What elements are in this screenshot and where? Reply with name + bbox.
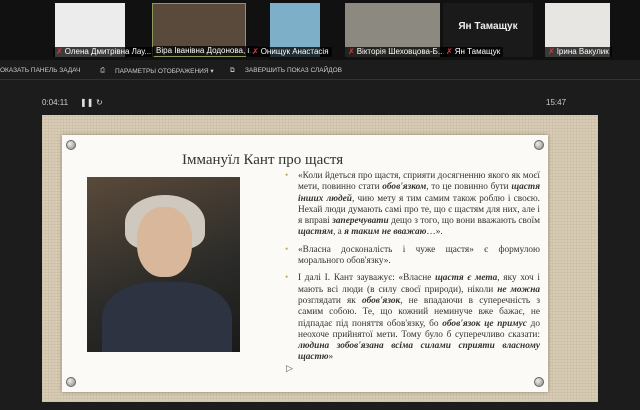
participant-tile[interactable]: ✗ Олена Дмитрівна Лау...: [53, 3, 155, 57]
bullet-paragraph: І далі І. Кант зауважує: «Власне щастя є…: [282, 273, 540, 363]
display-settings-icon: ⎙: [100, 67, 106, 74]
text-segment: , то це повинно бути: [426, 182, 512, 193]
emphasis-text: не можна: [497, 284, 541, 295]
text-segment: »: [328, 352, 334, 363]
participant-tile[interactable]: ✗ Онищук Анастасія: [249, 3, 332, 57]
bullet-paragraph: «Власна досконалість і чуже щастя» є фор…: [282, 245, 540, 268]
emphasis-text: обов'язок це примус: [442, 318, 527, 329]
show-taskbar-button[interactable]: ОКАЗАТЬ ПАНЕЛЬ ЗАДАЧ: [0, 67, 80, 74]
participant-name: ✗ Онищук Анастасія: [249, 47, 332, 57]
end-show-icon: ⧉: [230, 67, 235, 74]
presenter-toolbar: ОКАЗАТЬ ПАНЕЛЬ ЗАДАЧ ⎙ ПАРАМЕТРЫ ОТОБРАЖ…: [0, 62, 640, 80]
participant-name: ✗ Вікторія Шеховцова-Б...: [345, 47, 448, 57]
emphasis-text: щастям: [298, 227, 334, 238]
text-segment: …».: [426, 227, 443, 238]
participant-name: ✗ Ян Тамащук: [443, 47, 504, 57]
text-segment: , а: [333, 227, 345, 238]
participant-name: ✗ Ірина Вакулик: [545, 47, 612, 57]
mouse-cursor-icon: ▷: [286, 363, 293, 373]
pin-icon: [66, 140, 76, 150]
mic-muted-icon: ✗: [252, 47, 259, 56]
mic-muted-icon: ✗: [56, 47, 63, 56]
clock: 15:47: [546, 98, 567, 107]
pin-icon: [534, 140, 544, 150]
participant-tile[interactable]: ✗ Вікторія Шеховцова-Б...: [345, 3, 448, 57]
participant-name: ✗ Олена Дмитрівна Лау...: [53, 47, 155, 57]
emphasis-text: обов'язок: [361, 295, 401, 306]
slide-text: «Коли йдеться про щастя, сприяти досягне…: [282, 171, 540, 370]
display-settings-button[interactable]: ПАРАМЕТРЫ ОТОБРАЖЕНИЯ ▾: [115, 67, 214, 75]
pause-button[interactable]: ❚❚: [80, 98, 93, 107]
slide-title: Іммануїл Кант про щастя: [182, 152, 344, 168]
participant-name: Віра Іванівна Додонова, г...: [153, 46, 260, 56]
mic-muted-icon: ✗: [446, 47, 453, 56]
pin-icon: [66, 377, 76, 387]
text-segment: І далі І. Кант зауважує: «Власне: [298, 273, 436, 284]
participant-tile[interactable]: Ян Тамащук ✗ Ян Тамащук: [443, 3, 533, 57]
slide-stage: Іммануїл Кант про щастя «Коли йдеться пр…: [42, 115, 598, 402]
slide[interactable]: Іммануїл Кант про щастя «Коли йдеться пр…: [62, 135, 548, 392]
mic-muted-icon: ✗: [348, 47, 355, 56]
emphasis-text: обов'язком: [382, 182, 427, 193]
emphasis-text: заперечувати: [332, 216, 389, 227]
emphasis-text: я таким не вважаю: [344, 227, 427, 238]
participant-tile-active[interactable]: Віра Іванівна Додонова, г...: [152, 3, 260, 57]
elapsed-timer: 0:04:11: [42, 98, 69, 107]
end-slideshow-button[interactable]: ЗАВЕРШИТЬ ПОКАЗ СЛАЙДОВ: [245, 67, 342, 74]
text-segment: дещо з того, що вони вважають своїм: [388, 216, 540, 227]
emphasis-text: людина зобов'язана всіма силами сприяти …: [298, 341, 540, 363]
emphasis-text: щастя є мета: [435, 273, 498, 284]
participant-strip: ✗ Олена Дмитрівна Лау... Віра Іванівна До…: [0, 0, 640, 60]
mic-muted-icon: ✗: [548, 47, 555, 56]
text-segment: «Власна досконалість і чуже щастя» є фор…: [298, 244, 540, 267]
restart-timer-button[interactable]: ↻: [96, 98, 103, 107]
text-segment: розглядати як: [298, 295, 362, 306]
participant-tile[interactable]: ✗ Ірина Вакулик: [545, 3, 612, 57]
kant-portrait: [87, 177, 240, 352]
pin-icon: [534, 377, 544, 387]
bullet-paragraph: «Коли йдеться про щастя, сприяти досягне…: [282, 171, 540, 239]
